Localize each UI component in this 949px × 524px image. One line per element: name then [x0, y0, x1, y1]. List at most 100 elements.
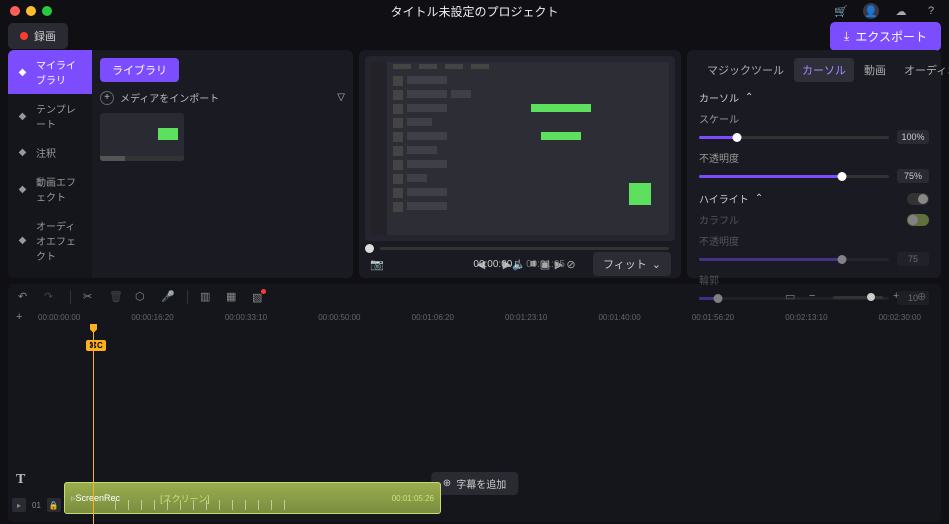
record-dot-icon [20, 32, 28, 40]
track-lock-icon[interactable]: 🔒 [47, 498, 61, 512]
add-track-icon[interactable]: + [16, 311, 22, 323]
ruler-tick: 00:00:33:10 [225, 313, 267, 322]
maximize-window[interactable] [42, 6, 52, 16]
snapshot-icon[interactable]: 📷 [369, 256, 385, 272]
scale-value[interactable]: 100% [897, 130, 929, 144]
library-pane: ライブラリ + メディアをインポート ▽ [92, 50, 353, 278]
split-icon[interactable]: ✂ [83, 290, 97, 304]
sidebar-label: オーディオエフェクト [36, 218, 84, 263]
ruler-tick: 00:00:16:20 [131, 313, 173, 322]
timeline[interactable]: ⌘C T ⊕ 字幕を追加 ▸ 01 🔒 👁 🔈 ▹ ScreenRec [スクリ… [8, 324, 941, 522]
plus-icon: ⊕ [443, 478, 451, 489]
preview-progress[interactable] [365, 246, 675, 251]
template-icon: ◆ [16, 110, 29, 123]
timeline-marker[interactable]: ⌘C [86, 340, 106, 351]
opacity-value[interactable]: 75% [897, 169, 929, 183]
video-fx-icon: ◆ [16, 183, 29, 196]
sidebar-item-annotation[interactable]: ◆注釈 [8, 138, 92, 167]
opacity2-value[interactable]: 75 [897, 252, 929, 266]
export-button[interactable]: ⤓ エクスポート [830, 22, 941, 51]
ruler-tick: 00:01:23:10 [505, 313, 547, 322]
opacity-slider[interactable] [699, 175, 889, 178]
audio-fx-icon: ◆ [16, 234, 29, 247]
inspector-panel: マジックツールカーソル動画オーディオアニメーション カーソル⌃ スケール 100… [687, 50, 941, 278]
preview-controls: 📷 ◀ ▶ ■ ▶ 00:00:00 | 00:01:05 🔈 ▣ ⊘ ⛶ フィ… [365, 256, 675, 272]
annotation-icon: ◆ [16, 146, 29, 159]
help-icon[interactable]: ? [923, 3, 939, 19]
undo-icon[interactable]: ↶ [18, 290, 32, 304]
clip-name: ScreenRec [76, 493, 121, 503]
ruler-tick: 00:01:06:20 [412, 313, 454, 322]
video-clip[interactable]: ▹ ScreenRec [スクリーン] 00:01:05:26 [64, 482, 441, 514]
import-plus-icon[interactable]: + [100, 91, 114, 105]
export-icon: ⤓ [844, 29, 849, 44]
highlight-section[interactable]: ハイライト⌃ [699, 191, 929, 206]
export-label: エクスポート [855, 28, 927, 45]
sidebar-label: マイライブラリ [36, 57, 84, 87]
preview-panel: 📷 ◀ ▶ ■ ▶ 00:00:00 | 00:01:05 🔈 ▣ ⊘ ⛶ フィ… [359, 50, 681, 278]
media-thumbnail[interactable] [100, 113, 184, 161]
ruler-tick: 00:02:30:00 [879, 313, 921, 322]
sidebar-label: カーソルエフェクト [36, 277, 84, 278]
voiceover-icon[interactable]: 🎤 [161, 290, 175, 304]
ruler-tick: 00:01:40:00 [598, 313, 640, 322]
close-window[interactable] [10, 6, 20, 16]
inspector-tab-2[interactable]: 動画 [856, 58, 894, 82]
track-collapse-icon[interactable]: ▸ [12, 498, 26, 512]
action-bar: 録画 ⤓ エクスポート [0, 22, 949, 50]
detach-icon[interactable]: ⊘ [563, 256, 579, 272]
sidebar-item-cursor-fx[interactable]: ◆カーソルエフェクト [8, 270, 92, 278]
blur-label: 輪郭 [699, 272, 929, 287]
marker-icon[interactable]: ⬡ [135, 290, 149, 304]
scale-slider[interactable] [699, 136, 889, 139]
grid2-icon[interactable]: ▦ [226, 290, 240, 304]
add-subtitle-button[interactable]: ⊕ 字幕を追加 [431, 472, 518, 495]
sidebar-item-audio-fx[interactable]: ◆ オーディオエフェクト [8, 211, 92, 270]
crop-icon[interactable]: ▣ [537, 256, 553, 272]
delete-icon[interactable]: 🗑 [109, 290, 123, 304]
timeline-ruler[interactable]: + 00:00:00:00 00:00:16:20 00:00:33:10 00:00… [8, 310, 941, 324]
cursor-section[interactable]: カーソル⌃ [699, 90, 929, 105]
account-icon[interactable]: 👤 [863, 3, 879, 19]
volume-icon[interactable]: 🔈 [511, 256, 527, 272]
record-label: 録画 [34, 28, 56, 44]
opacity2-label: 不透明度 [699, 233, 929, 248]
cart-icon[interactable]: 🛒 [833, 3, 849, 19]
sidebar-item-video-fx[interactable]: ◆ 動画エフェクト [8, 167, 92, 211]
minimize-window[interactable] [26, 6, 36, 16]
grid1-icon[interactable]: ▥ [200, 290, 214, 304]
chevron-up-icon: ⌃ [745, 92, 753, 103]
text-track-button[interactable]: T [16, 472, 25, 488]
opacity2-slider[interactable] [699, 258, 889, 261]
library-tab[interactable]: ライブラリ [100, 58, 179, 82]
zoom-slider[interactable] [833, 296, 883, 299]
window-title: タイトル未設定のプロジェクト [390, 3, 558, 20]
titlebar: タイトル未設定のプロジェクト 🛒 👤 ☁ ? [0, 0, 949, 22]
inspector-tab-3[interactable]: オーディオ [896, 58, 949, 82]
record-timeline-icon[interactable]: ▧ [252, 291, 262, 304]
record-button[interactable]: 録画 [8, 23, 68, 49]
sidebar-label: テンプレート [36, 101, 84, 131]
inspector-tab-0[interactable]: マジックツール [699, 58, 792, 82]
fit-dropdown[interactable]: フィット⌄ [593, 252, 671, 276]
scale-label: スケール [699, 111, 929, 126]
sidebar-label: 動画エフェクト [36, 174, 84, 204]
highlight-toggle[interactable] [907, 193, 929, 205]
chevron-up-icon: ⌃ [755, 193, 763, 204]
window-controls [10, 6, 52, 16]
sidebar-item-library[interactable]: ◆マイライブラリ [8, 50, 92, 94]
ruler-tick: 00:02:13:10 [785, 313, 827, 322]
ruler-tick: 00:00:00:00 [38, 313, 80, 322]
redo-icon[interactable]: ↷ [44, 290, 58, 304]
sidebar-item-template[interactable]: ◆ テンプレート [8, 94, 92, 138]
filter-icon[interactable]: ▽ [337, 92, 345, 103]
inspector-tab-1[interactable]: カーソル [794, 58, 854, 82]
colorful-toggle[interactable] [907, 214, 929, 226]
blur-value[interactable]: 10 [897, 291, 929, 305]
import-media-button[interactable]: メディアをインポート [120, 90, 219, 105]
playhead[interactable] [93, 324, 94, 524]
preview-canvas[interactable] [365, 56, 675, 241]
ruler-tick: 00:00:50:00 [318, 313, 360, 322]
chevron-down-icon: ⌄ [652, 258, 661, 271]
cloud-icon[interactable]: ☁ [893, 3, 909, 19]
